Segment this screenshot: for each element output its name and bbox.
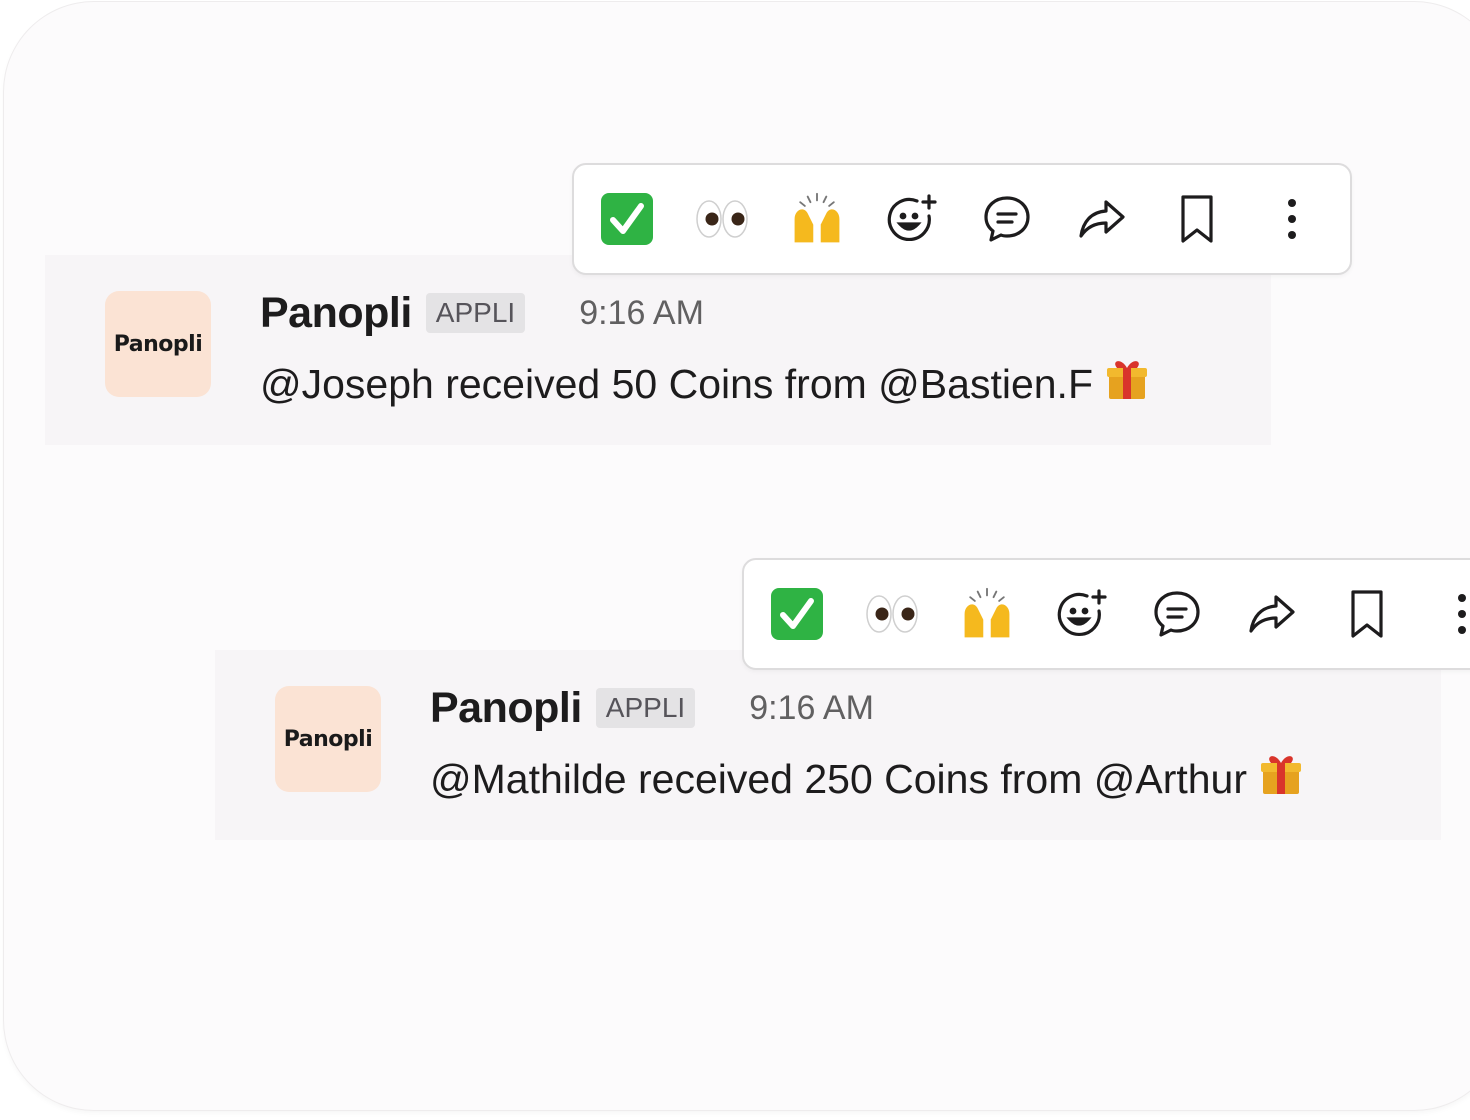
sender-name[interactable]: Panopli	[260, 289, 412, 338]
bookmark-icon[interactable]	[1169, 191, 1225, 247]
timestamp[interactable]: 9:16 AM	[749, 689, 874, 728]
message-header: Panopli APPLI 9:16 AM	[430, 682, 874, 734]
check-mark-emoji-icon[interactable]	[599, 191, 655, 247]
chat-panel: Panopli Panopli APPLI 9:16 AM @Joseph re…	[4, 2, 1470, 1110]
eyes-emoji-icon[interactable]	[694, 191, 750, 247]
raised-hands-emoji-icon[interactable]	[789, 191, 845, 247]
sender-name[interactable]: Panopli	[430, 684, 582, 733]
app-badge: APPLI	[425, 293, 526, 333]
message-text: @Joseph received 50 Coins from @Bastien.…	[260, 360, 1093, 407]
app-badge: APPLI	[595, 688, 696, 728]
timestamp[interactable]: 9:16 AM	[579, 294, 704, 333]
message-text: @Mathilde received 250 Coins from @Arthu…	[430, 755, 1248, 802]
avatar-label: Panopli	[283, 726, 373, 752]
reply-thread-icon[interactable]	[979, 191, 1035, 247]
message-actions-toolbar	[742, 558, 1470, 670]
share-icon[interactable]	[1244, 586, 1300, 642]
message-body: @Mathilde received 250 Coins from @Arthu…	[430, 750, 1305, 808]
more-actions-icon[interactable]	[1434, 586, 1470, 642]
add-reaction-icon[interactable]	[1054, 586, 1110, 642]
share-icon[interactable]	[1074, 191, 1130, 247]
eyes-emoji-icon[interactable]	[864, 586, 920, 642]
gift-emoji-icon	[1103, 355, 1151, 413]
message-header: Panopli APPLI 9:16 AM	[260, 287, 704, 339]
gift-emoji-icon	[1257, 750, 1305, 808]
add-reaction-icon[interactable]	[884, 191, 940, 247]
avatar[interactable]: Panopli	[105, 291, 211, 397]
message-body: @Joseph received 50 Coins from @Bastien.…	[260, 355, 1151, 413]
bookmark-icon[interactable]	[1339, 586, 1395, 642]
avatar[interactable]: Panopli	[275, 686, 381, 792]
more-actions-icon[interactable]	[1264, 191, 1320, 247]
avatar-label: Panopli	[113, 331, 203, 357]
message-actions-toolbar	[572, 163, 1352, 275]
reply-thread-icon[interactable]	[1149, 586, 1205, 642]
message-row[interactable]: Panopli Panopli APPLI 9:16 AM @Mathilde …	[215, 650, 1441, 840]
raised-hands-emoji-icon[interactable]	[959, 586, 1015, 642]
message-row[interactable]: Panopli Panopli APPLI 9:16 AM @Joseph re…	[45, 255, 1271, 445]
check-mark-emoji-icon[interactable]	[769, 586, 825, 642]
